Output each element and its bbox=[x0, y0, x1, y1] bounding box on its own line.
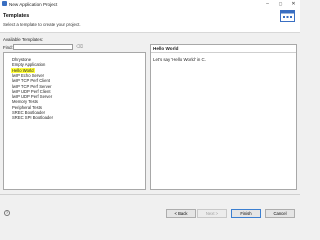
app-icon bbox=[2, 1, 7, 6]
next-button[interactable]: Next > bbox=[197, 209, 227, 218]
template-details-title: Hello World bbox=[153, 46, 179, 51]
list-item[interactable]: Memory Tests bbox=[11, 99, 39, 104]
page-subtitle: Select a template to create your project… bbox=[3, 22, 81, 27]
back-button[interactable]: < Back bbox=[166, 209, 196, 218]
list-item[interactable]: lwIP TCP Perf Server bbox=[11, 84, 53, 89]
list-item[interactable]: Dhrystone bbox=[11, 57, 32, 62]
window-title: New Application Project bbox=[9, 1, 58, 7]
wizard-banner-icon bbox=[280, 10, 295, 22]
list-item[interactable]: lwIP UDP Perf Server bbox=[11, 94, 53, 99]
clear-filter-icon[interactable]: ⌫ bbox=[76, 44, 83, 50]
list-item[interactable]: Peripheral Tests bbox=[11, 105, 43, 110]
cancel-button[interactable]: Cancel bbox=[265, 209, 295, 218]
list-item[interactable]: lwIP TCP Perf Client bbox=[11, 78, 51, 83]
find-label: Find: bbox=[3, 45, 13, 50]
template-details-panel bbox=[150, 44, 297, 190]
close-button[interactable]: ✕ bbox=[287, 0, 300, 8]
template-list: Dhrystone Empty Application Hello World … bbox=[3, 52, 146, 190]
list-item[interactable]: lwIP UDP Perf Client bbox=[11, 89, 51, 94]
page-title: Templates bbox=[3, 13, 30, 19]
list-item[interactable]: SREC SPI Bootloader bbox=[11, 115, 54, 120]
list-item[interactable]: Empty Application bbox=[11, 62, 46, 67]
maximize-button[interactable]: ▢ bbox=[274, 0, 287, 8]
list-item-selected[interactable]: Hello World bbox=[11, 67, 35, 73]
help-icon[interactable]: ? bbox=[4, 210, 10, 216]
list-item[interactable]: lwIP Echo Server bbox=[11, 73, 45, 78]
find-input[interactable] bbox=[13, 44, 73, 50]
available-templates-label: Available Templates: bbox=[3, 37, 44, 42]
divider bbox=[151, 52, 296, 53]
list-item[interactable]: SREC Bootloader bbox=[11, 110, 46, 115]
template-details-description: Let's say 'Hello World' in C. bbox=[153, 57, 206, 62]
finish-button[interactable]: Finish bbox=[231, 209, 261, 218]
divider bbox=[0, 194, 300, 195]
wizard-header bbox=[0, 8, 300, 33]
minimize-button[interactable]: – bbox=[261, 0, 274, 8]
